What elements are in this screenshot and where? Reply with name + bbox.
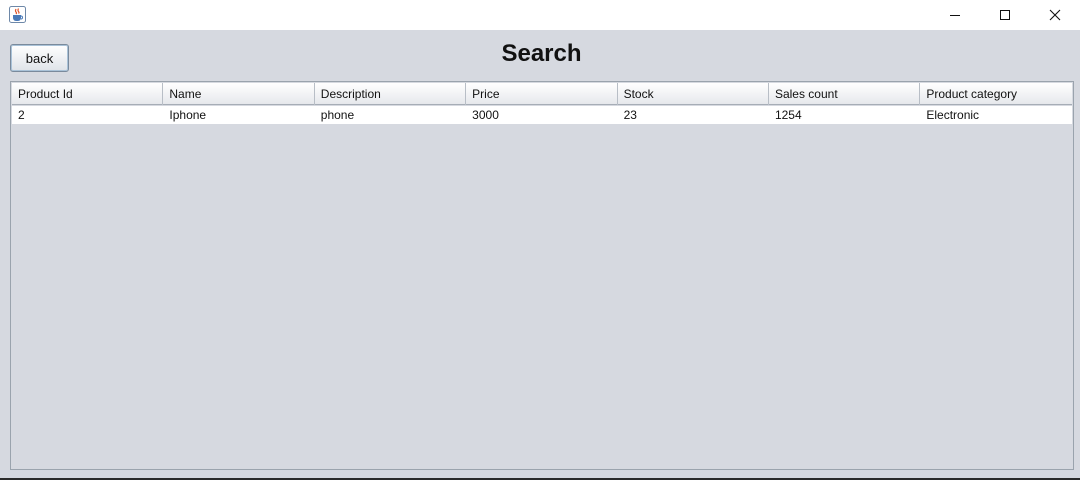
cell-stock[interactable]: 23: [618, 106, 769, 124]
content-panel: back Search Product Id Name Description …: [0, 30, 1080, 478]
cell-sales-count[interactable]: 1254: [769, 106, 920, 124]
app-window: back Search Product Id Name Description …: [0, 0, 1080, 478]
column-header-sales-count[interactable]: Sales count: [769, 83, 921, 105]
minimize-icon: [950, 15, 960, 16]
cell-price[interactable]: 3000: [466, 106, 617, 124]
maximize-icon: [1000, 10, 1010, 20]
close-button[interactable]: [1032, 0, 1078, 30]
maximize-button[interactable]: [982, 0, 1028, 30]
cell-product-category[interactable]: Electronic: [920, 106, 1071, 124]
column-header-product-id[interactable]: Product Id: [12, 83, 164, 105]
minimize-button[interactable]: [932, 0, 978, 30]
table-row[interactable]: 2 Iphone phone 3000 23 1254 Electronic: [12, 106, 1072, 124]
column-header-name[interactable]: Name: [163, 83, 315, 105]
results-table[interactable]: Product Id Name Description Price Stock …: [10, 81, 1074, 470]
back-button[interactable]: back: [10, 44, 69, 72]
close-icon: [1049, 9, 1061, 21]
cell-name[interactable]: Iphone: [163, 106, 314, 124]
table-body: 2 Iphone phone 3000 23 1254 Electronic: [12, 106, 1072, 124]
title-bar: [0, 0, 1080, 30]
column-header-stock[interactable]: Stock: [618, 83, 769, 105]
page-title: Search: [501, 40, 582, 67]
table-header: Product Id Name Description Price Stock …: [12, 83, 1072, 105]
column-header-price[interactable]: Price: [466, 83, 618, 105]
cell-product-id[interactable]: 2: [12, 106, 163, 124]
column-header-product-category[interactable]: Product category: [920, 83, 1071, 105]
java-cup-icon: [9, 6, 26, 23]
cell-description[interactable]: phone: [315, 106, 466, 124]
column-header-description[interactable]: Description: [315, 83, 467, 105]
